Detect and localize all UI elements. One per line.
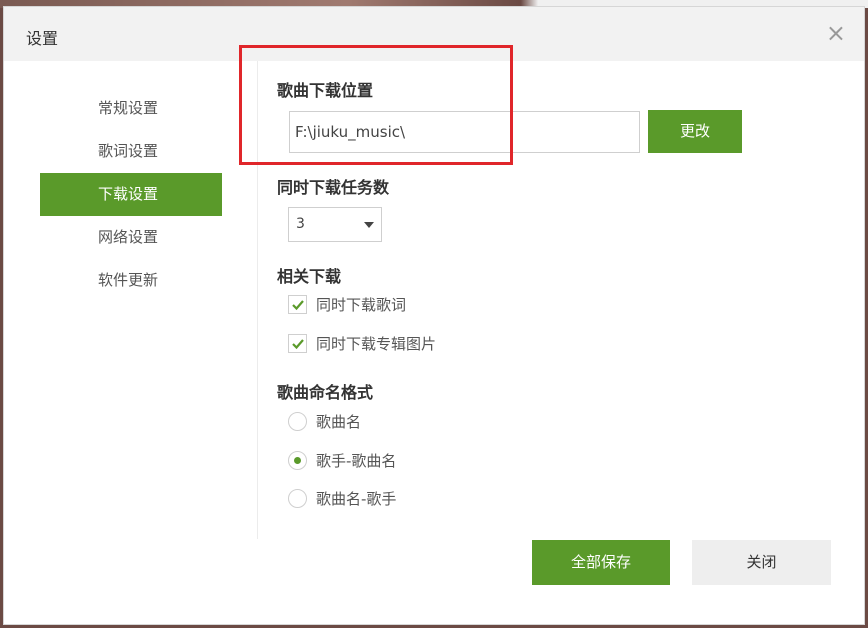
radio-button[interactable] [288,412,307,431]
download-lyrics-label: 同时下载歌词 [316,296,407,314]
change-path-button[interactable]: 更改 [648,110,742,153]
close-button[interactable]: 关闭 [692,540,831,585]
settings-sidebar: 常规设置 歌词设置 下载设置 网络设置 软件更新 [40,87,222,302]
sidebar-item-update[interactable]: 软件更新 [40,259,222,302]
chevron-down-icon [364,222,374,228]
naming-option-artist-song-label: 歌手-歌曲名 [316,452,397,470]
naming-format-title: 歌曲命名格式 [277,383,374,402]
close-icon[interactable]: × [826,19,846,47]
checkbox-checked[interactable] [288,295,307,314]
concurrent-tasks-select[interactable]: 3 [288,207,382,242]
concurrent-tasks-title: 同时下载任务数 [277,178,390,197]
check-icon [292,300,304,311]
checkbox-checked[interactable] [288,334,307,353]
naming-option-song-artist-label: 歌曲名-歌手 [316,490,397,508]
check-icon [292,339,304,350]
dialog-title: 设置 [26,29,59,48]
sidebar-item-download[interactable]: 下载设置 [40,173,222,216]
highlight-box [239,45,513,165]
settings-dialog: 设置 × 常规设置 歌词设置 下载设置 网络设置 软件更新 歌曲下载位置 F:\… [3,6,865,625]
concurrent-tasks-value: 3 [296,216,305,232]
download-cover-label: 同时下载专辑图片 [316,335,437,353]
sidebar-item-network[interactable]: 网络设置 [40,216,222,259]
radio-button-selected[interactable] [288,451,307,470]
save-all-button[interactable]: 全部保存 [532,540,670,585]
naming-option-song-label: 歌曲名 [316,413,362,431]
radio-button[interactable] [288,489,307,508]
related-downloads-title: 相关下载 [277,267,342,286]
sidebar-item-lyrics[interactable]: 歌词设置 [40,130,222,173]
sidebar-item-general[interactable]: 常规设置 [40,87,222,130]
